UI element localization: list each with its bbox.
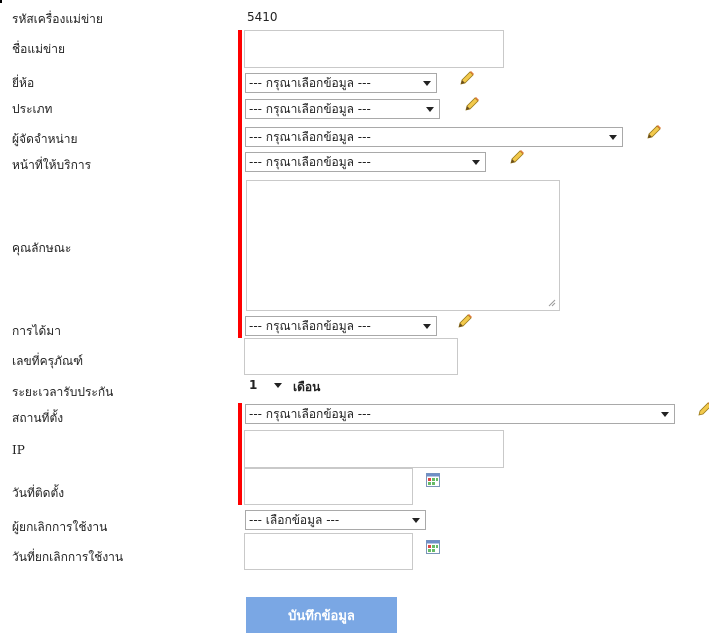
warranty-select-value: 1 xyxy=(249,378,258,392)
vendor-select[interactable]: --- กรุณาเลือกข้อมูล --- xyxy=(245,127,623,147)
warranty-select[interactable]: 1 xyxy=(246,376,286,396)
pencil-icon[interactable] xyxy=(645,123,663,141)
cancelled-by-label: ผู้ยกเลิกการใช้งาน xyxy=(12,520,108,534)
server-name-label: ชื่อแม่ข่าย xyxy=(12,42,65,56)
cancelled-by-select[interactable]: --- เลือกข้อมูล --- xyxy=(245,510,426,530)
brand-select-value: --- กรุณาเลือกข้อมูล --- xyxy=(249,76,371,90)
corner-mark xyxy=(0,0,2,3)
function-select-value: --- กรุณาเลือกข้อมูล --- xyxy=(249,155,371,169)
asset-no-input[interactable] xyxy=(244,338,458,375)
pencil-icon[interactable] xyxy=(696,400,709,418)
install-date-label: วันที่ติดตั้ง xyxy=(12,486,65,500)
server-name-input[interactable] xyxy=(244,30,504,68)
cancel-date-label: วันที่ยกเลิกการใช้งาน xyxy=(12,550,124,564)
function-label: หน้าที่ให้บริการ xyxy=(12,158,92,172)
install-date-input[interactable] xyxy=(244,468,413,505)
chevron-down-icon xyxy=(423,324,431,329)
cancel-date-input[interactable] xyxy=(244,533,413,570)
server-code-value: 5410 xyxy=(247,10,278,24)
spec-textarea[interactable] xyxy=(246,180,560,311)
resize-handle-icon[interactable] xyxy=(548,299,556,307)
warranty-label: ระยะเวลารับประกัน xyxy=(12,385,114,399)
type-label: ประเภท xyxy=(12,102,53,116)
type-select-value: --- กรุณาเลือกข้อมูล --- xyxy=(249,102,371,116)
calendar-icon[interactable] xyxy=(426,473,440,487)
brand-select[interactable]: --- กรุณาเลือกข้อมูล --- xyxy=(245,73,437,93)
vendor-select-value: --- กรุณาเลือกข้อมูล --- xyxy=(249,130,371,144)
warranty-unit: เดือน xyxy=(293,380,321,394)
required-indicator xyxy=(238,403,242,505)
server-code-label: รหัสเครื่องแม่ข่าย xyxy=(12,12,103,26)
type-select[interactable]: --- กรุณาเลือกข้อมูล --- xyxy=(245,99,440,119)
chevron-down-icon xyxy=(472,160,480,165)
chevron-down-icon xyxy=(609,135,617,140)
calendar-icon[interactable] xyxy=(426,540,440,554)
pencil-icon[interactable] xyxy=(508,148,526,166)
pencil-icon[interactable] xyxy=(458,69,476,87)
cancelled-by-select-value: --- เลือกข้อมูล --- xyxy=(249,513,340,527)
ip-input[interactable] xyxy=(244,430,504,468)
acquisition-label: การได้มา xyxy=(12,324,61,338)
chevron-down-icon xyxy=(661,412,669,417)
spec-label: คุณลักษณะ xyxy=(12,241,72,255)
chevron-down-icon xyxy=(426,107,434,112)
pencil-icon[interactable] xyxy=(456,312,474,330)
chevron-down-icon xyxy=(412,518,420,523)
location-select-value: --- กรุณาเลือกข้อมูล --- xyxy=(249,407,371,421)
chevron-down-icon xyxy=(423,81,431,86)
save-button[interactable]: บันทึกข้อมูล xyxy=(246,597,397,633)
asset-no-label: เลขที่ครุภัณฑ์ xyxy=(12,354,84,368)
pencil-icon[interactable] xyxy=(463,95,481,113)
chevron-down-icon xyxy=(274,383,282,388)
location-label: สถานที่ตั้ง xyxy=(12,411,64,425)
function-select[interactable]: --- กรุณาเลือกข้อมูล --- xyxy=(245,152,486,172)
brand-label: ยี่ห้อ xyxy=(12,76,35,90)
ip-label: IP xyxy=(12,443,25,457)
acquisition-select-value: --- กรุณาเลือกข้อมูล --- xyxy=(249,319,371,333)
required-indicator xyxy=(238,30,242,338)
acquisition-select[interactable]: --- กรุณาเลือกข้อมูล --- xyxy=(245,316,437,336)
vendor-label: ผู้จัดจำหน่าย xyxy=(12,132,78,146)
location-select[interactable]: --- กรุณาเลือกข้อมูล --- xyxy=(245,404,675,424)
